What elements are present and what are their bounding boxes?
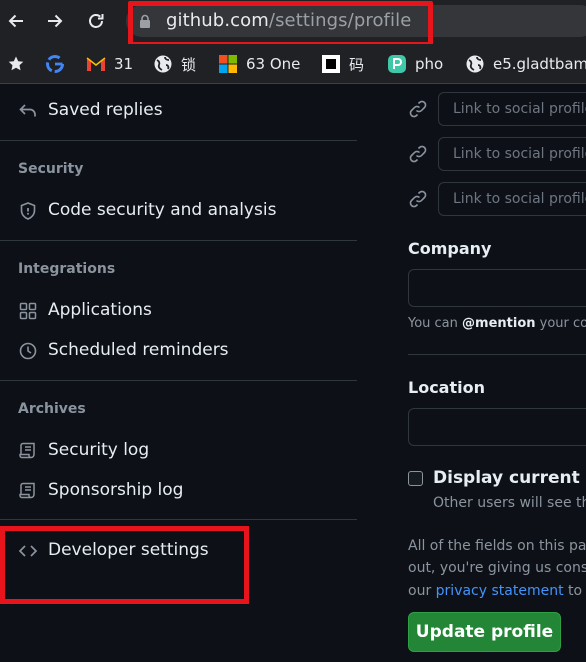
location-label: Location [408,378,485,397]
link-icon [409,145,427,163]
link-icon [409,100,427,118]
bookmark-onedrive[interactable]: 63 One [218,44,300,84]
location-input[interactable] [408,408,586,446]
microsoft-icon [219,55,237,73]
sidebar-divider [0,140,357,141]
developer-settings-highlight-box [0,526,249,604]
shield-icon [20,202,36,220]
log-icon [19,442,35,459]
privacy-suffix: to le [568,583,586,599]
bookmark-label: 31 [114,55,134,73]
sidebar-divider [0,519,357,520]
p-icon [388,55,406,73]
clock-icon [19,342,37,360]
update-profile-button[interactable]: Update profile [408,612,561,652]
star-icon [8,56,24,71]
sidebar-heading-archives: Archives [18,401,86,417]
bookmark-e5[interactable]: e5.gladtbam [465,44,586,84]
privacy-statement-link[interactable]: privacy statement [436,583,564,599]
link-icon [409,190,427,208]
privacy-note-line: All of the fields on this pag [408,538,586,554]
reply-icon [19,104,36,117]
bookmark-pho[interactable]: pho [387,44,443,84]
bookmark-code[interactable]: 码 [321,44,364,84]
main-divider [408,354,586,355]
social-link-input[interactable]: Link to social profile [438,92,586,126]
sidebar-divider [0,240,357,241]
sidebar-item-label: Security log [48,440,150,460]
display-time-label[interactable]: Display current loc [433,468,586,488]
sidebar-heading-integrations: Integrations [18,261,116,277]
bookmark-star[interactable] [7,44,25,84]
display-time-help: Other users will see the [433,495,586,511]
reload-icon [89,14,104,28]
log-icon [19,482,35,499]
sidebar-item-label: Code security and analysis [48,200,277,220]
bookmark-label: 码 [349,55,365,74]
apps-grid-icon [19,302,37,320]
bookmark-label: pho [415,55,444,73]
bookmark-gmail[interactable]: 31 [86,44,133,84]
sidebar-divider [0,380,357,381]
privacy-note-line: out, you're giving us consen [408,560,586,576]
privacy-prefix: our [408,583,436,599]
company-note: You can @mention your co [408,316,586,331]
globe-icon [154,55,172,73]
social-link-input[interactable]: Link to social profile [438,182,586,216]
sidebar-item-label: Sponsorship log [48,480,184,500]
social-link-input[interactable]: Link to social profile [438,137,586,171]
bookmark-lock[interactable]: 锁 [153,44,196,84]
bookmark-label: 63 One [246,55,301,73]
mention-text: @mention [462,316,536,331]
bookmark-label: e5.gladtbam [493,55,586,73]
forward-button[interactable] [41,8,69,34]
sidebar-item-label: Saved replies [48,100,163,120]
globe-icon [466,55,484,73]
reload-button[interactable] [82,8,110,34]
bookmark-label: 锁 [181,55,197,74]
back-button[interactable] [2,8,30,34]
sidebar-item-label: Applications [48,300,152,320]
company-note-prefix: You can [408,316,463,331]
url-highlight-box [128,1,433,47]
bookmark-google[interactable] [45,44,65,84]
google-icon [46,55,64,73]
sidebar-heading-security: Security [18,161,84,177]
square-icon [322,55,340,73]
gmail-icon [86,57,106,71]
browser-toolbar: github.com/settings/profile [0,0,586,47]
sidebar-item-label: Scheduled reminders [48,340,229,360]
arrow-left-icon [8,14,23,28]
company-input[interactable] [408,269,586,307]
display-time-checkbox[interactable] [408,471,423,486]
company-label: Company [408,239,492,258]
company-note-suffix: your co [535,316,586,331]
privacy-note-line: our privacy statement to le [408,583,586,599]
bookmarks-bar: 31 锁 63 One 码 pho e5.gladtbam [0,44,586,84]
arrow-right-icon [48,14,63,28]
